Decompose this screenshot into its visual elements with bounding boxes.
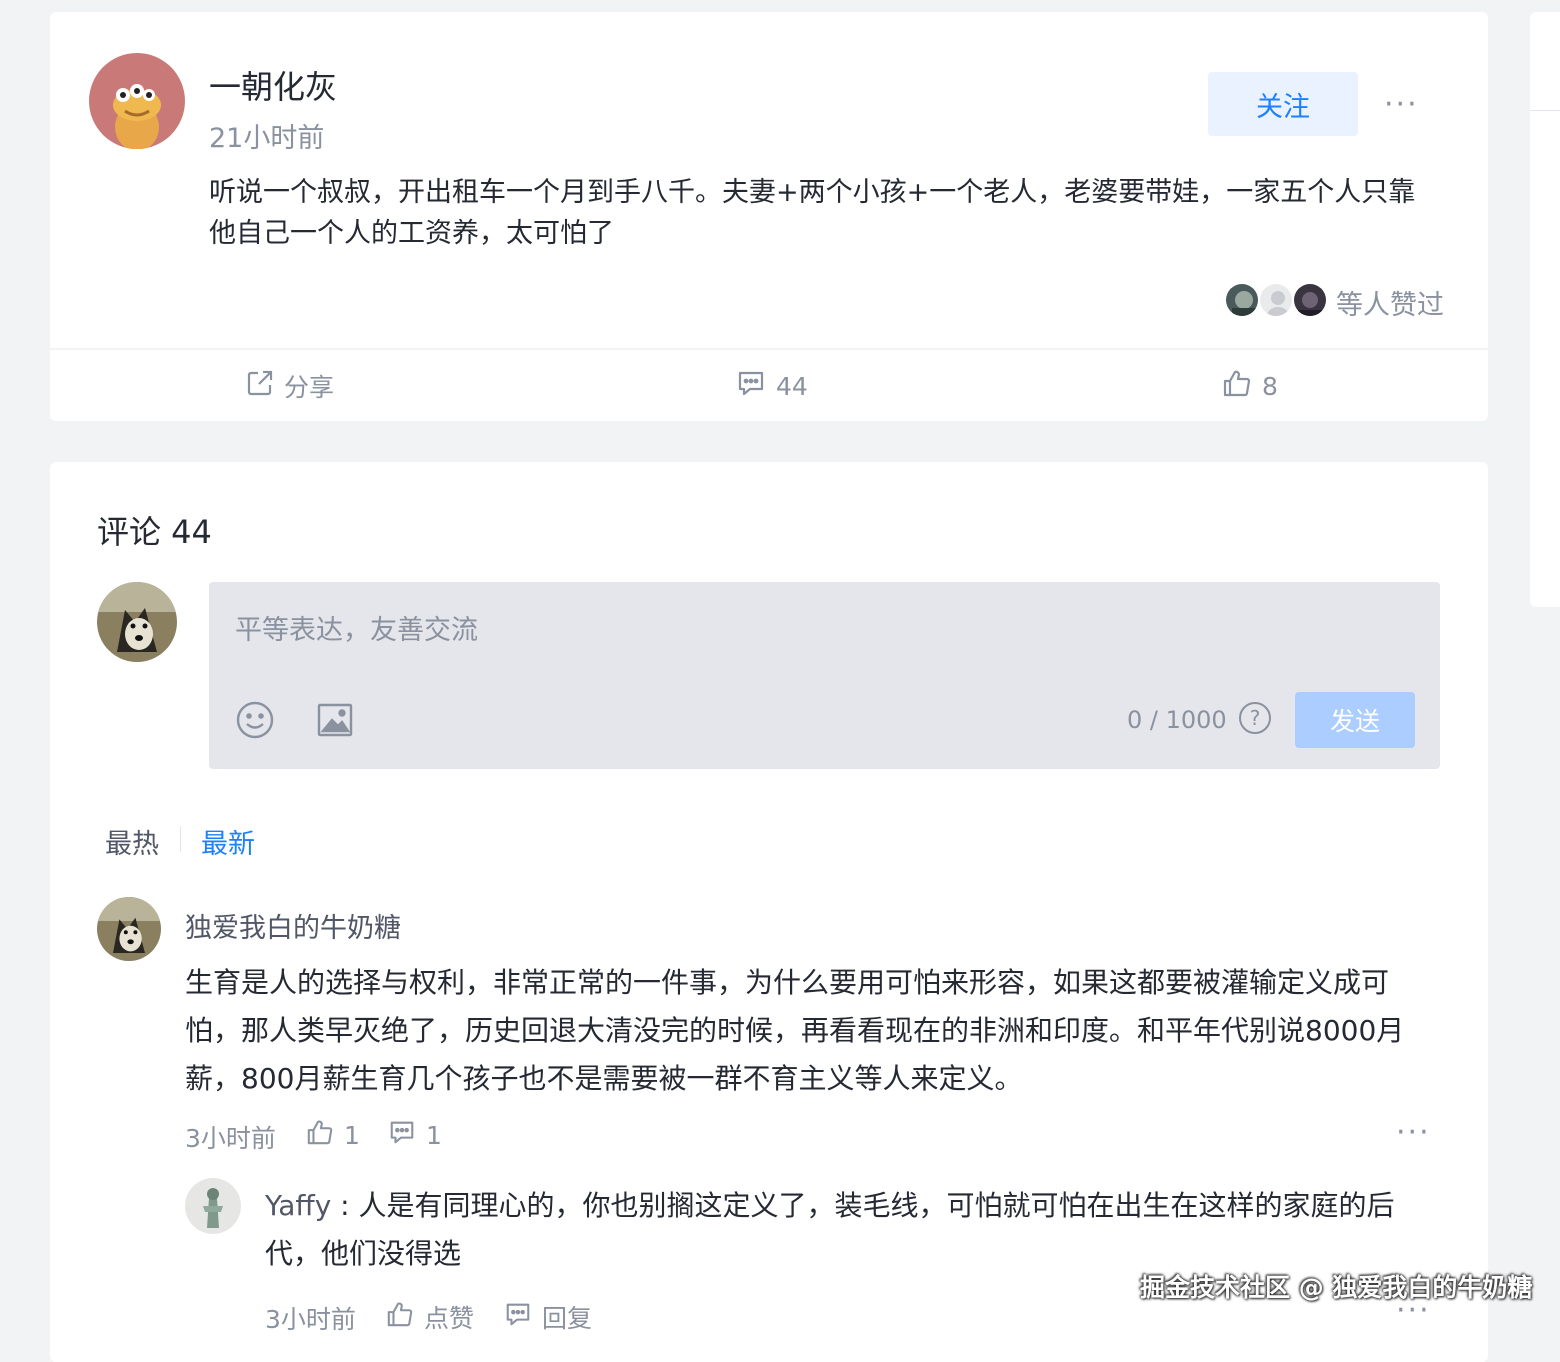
- reply-separator: :: [331, 1189, 359, 1222]
- current-user-avatar: [97, 582, 177, 662]
- comment-reply-action[interactable]: 1: [388, 1118, 442, 1152]
- comment-action[interactable]: 44: [736, 368, 808, 404]
- liked-by-avatars[interactable]: [1224, 282, 1328, 318]
- post-card: 一朝化灰 21小时前 关注 ··· 听说一个叔叔，开出租车一个月到手八千。夫妻+…: [50, 12, 1488, 421]
- reply-like-action[interactable]: 点赞: [386, 1299, 474, 1335]
- reply-reply-action[interactable]: 回复: [504, 1299, 592, 1335]
- post-divider: [50, 348, 1488, 350]
- comment-time: 3小时前: [185, 1124, 276, 1153]
- send-button[interactable]: 发送: [1295, 692, 1415, 748]
- post-time: 21小时前: [209, 123, 325, 154]
- author-name[interactable]: 一朝化灰: [209, 62, 337, 108]
- watermark: 掘金技术社区 @ 独爱我白的牛奶糖: [1140, 1273, 1533, 1302]
- comment-more-icon[interactable]: ···: [1396, 1118, 1431, 1148]
- comment-icon: [504, 1300, 532, 1334]
- reply-avatar[interactable]: [185, 1178, 241, 1234]
- right-sidebar-panel: [1530, 12, 1560, 607]
- thumbs-up-icon: [306, 1118, 334, 1152]
- comments-title: 评论 44: [97, 513, 212, 551]
- reply-user-name[interactable]: Yaffy: [265, 1189, 331, 1222]
- sort-hot-tab[interactable]: 最热: [105, 822, 159, 861]
- reply-time: 3小时前: [265, 1305, 356, 1334]
- liked-by-text: 等人赞过: [1336, 290, 1444, 321]
- comment-input-placeholder[interactable]: 平等表达，友善交流: [235, 608, 478, 647]
- comment-icon: [388, 1118, 416, 1152]
- emoji-icon[interactable]: [235, 700, 275, 744]
- post-content: 听说一个叔叔，开出租车一个月到手八千。夫妻+两个小孩+一个老人，老婆要带娃，一家…: [209, 177, 1416, 249]
- sort-separator: [180, 826, 181, 852]
- comment-editor[interactable]: 平等表达，友善交流 0 / 1000 ? 发送: [209, 582, 1440, 769]
- share-action[interactable]: 分享: [246, 368, 334, 404]
- reply-like-label: 点赞: [424, 1304, 475, 1333]
- comment-count: 44: [776, 371, 808, 401]
- share-icon: [246, 369, 274, 403]
- thumbs-up-icon: [1222, 368, 1252, 404]
- image-icon[interactable]: [315, 700, 355, 744]
- sort-new-tab[interactable]: 最新: [201, 822, 255, 861]
- reply-reply-label: 回复: [542, 1304, 593, 1333]
- help-icon[interactable]: ?: [1239, 702, 1271, 734]
- comment-like-count: 1: [344, 1120, 360, 1150]
- commenter-name[interactable]: 独爱我白的牛奶糖: [185, 906, 401, 945]
- comment-icon: [736, 368, 766, 404]
- char-counter: 0 / 1000: [1127, 706, 1227, 734]
- author-avatar[interactable]: [89, 53, 185, 149]
- liker-avatar: [1292, 282, 1328, 318]
- follow-button[interactable]: 关注: [1208, 72, 1358, 136]
- liker-avatar: [1224, 282, 1260, 318]
- liker-avatar: [1258, 282, 1294, 318]
- comment-content: 生育是人的选择与权利，非常正常的一件事，为什么要用可怕来形容，如果这都要被灌输定…: [185, 966, 1405, 1095]
- more-options-icon[interactable]: ···: [1384, 90, 1419, 120]
- thumbs-up-icon: [386, 1300, 414, 1334]
- comment-reply-count: 1: [426, 1120, 442, 1150]
- comment-like-action[interactable]: 1: [306, 1118, 360, 1152]
- commenter-avatar[interactable]: [97, 897, 161, 961]
- like-count: 8: [1262, 371, 1278, 401]
- reply-content-line: Yaffy : 人是有同理心的，你也别搁这定义了，装毛线，可怕就可怕在出生在这样…: [265, 1182, 1415, 1278]
- comments-card: 评论 44 平等表达，友善交流 0 / 1000 ? 发送 最热 最新 独爱我白…: [50, 462, 1488, 1362]
- share-label: 分享: [284, 373, 335, 402]
- like-action[interactable]: 8: [1222, 368, 1278, 404]
- reply-content: 人是有同理心的，你也别搁这定义了，装毛线，可怕就可怕在出生在这样的家庭的后代，他…: [265, 1189, 1395, 1270]
